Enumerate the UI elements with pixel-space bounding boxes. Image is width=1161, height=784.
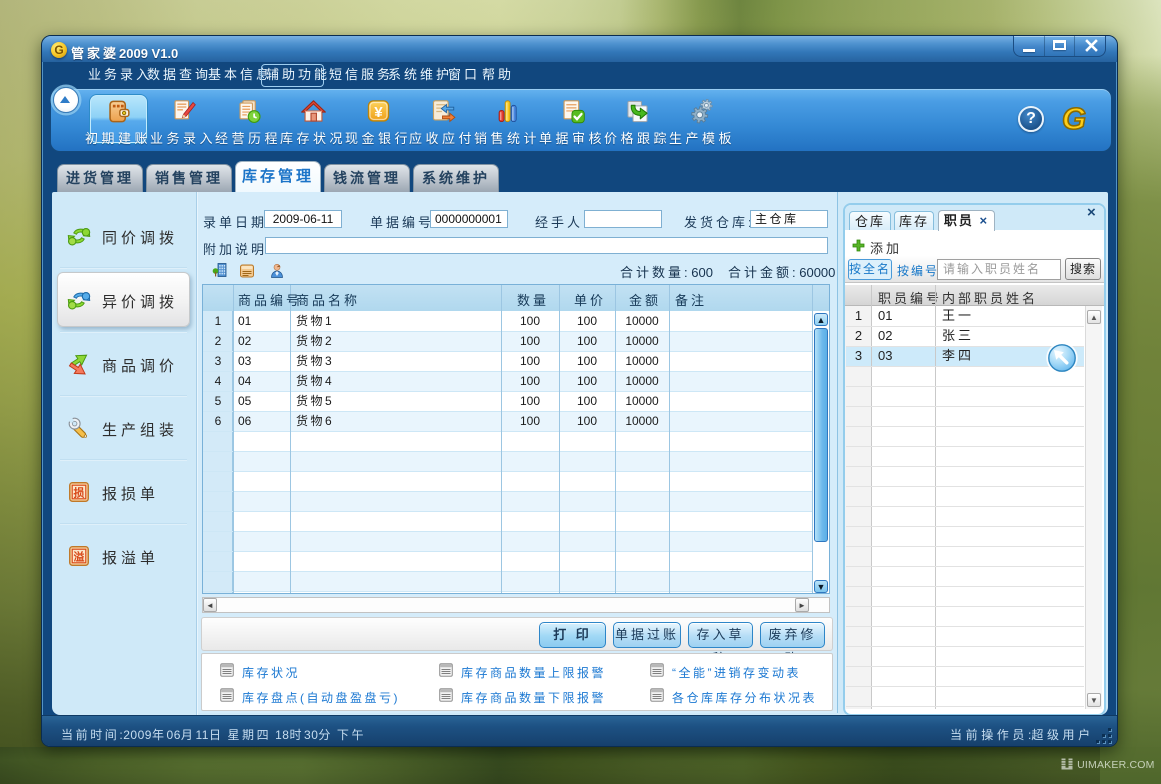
svg-text:¥: ¥ xyxy=(374,104,383,121)
svg-text:溢: 溢 xyxy=(74,550,85,564)
svg-text:G: G xyxy=(1062,102,1086,136)
svg-text:损: 损 xyxy=(74,486,85,500)
